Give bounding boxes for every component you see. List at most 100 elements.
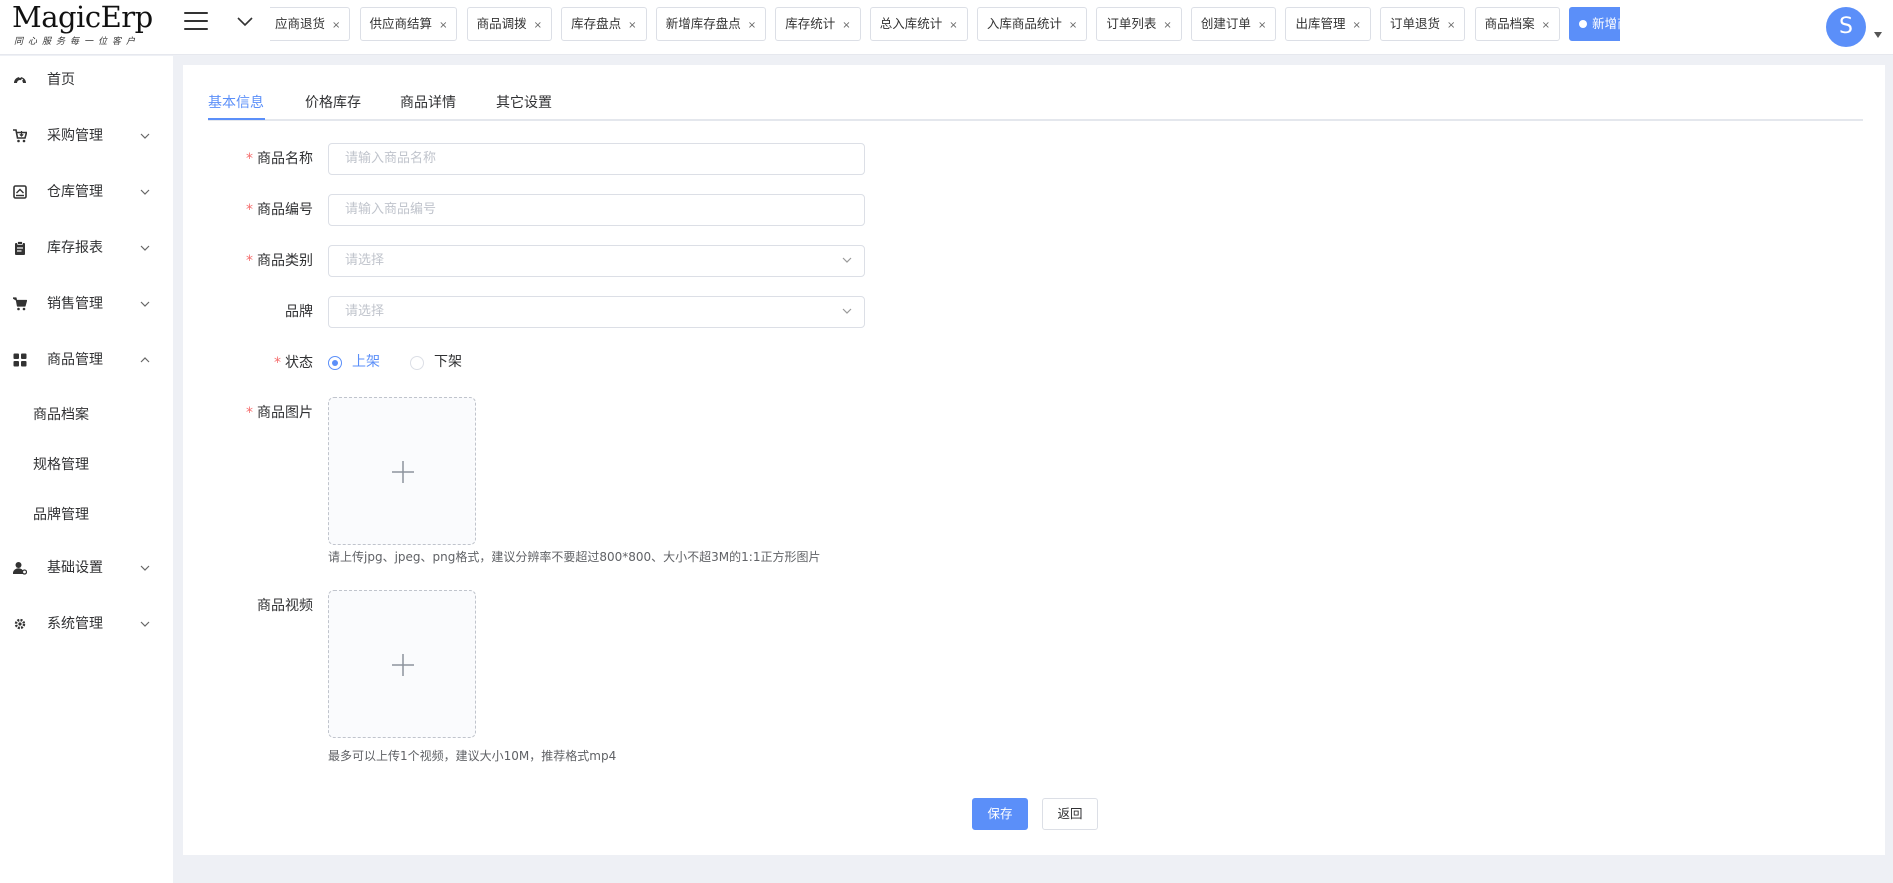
close-icon[interactable]: × [1542,20,1550,31]
sidebar-subitem-goods-archive[interactable]: 商品档案 [0,397,173,433]
close-icon[interactable]: × [842,20,850,31]
close-icon[interactable]: × [534,20,542,31]
brand-slogan: 同心服务每一位客户 [14,37,141,47]
sidebar-subitem-brand[interactable]: 品牌管理 [0,497,173,533]
tag-new-stocktake[interactable]: 新增库存盘点 × [655,7,767,41]
goods-image-label-text: 商品图片 [257,405,313,421]
tag-label: 新增库存盘点 [665,16,741,31]
select-placeholder: 请选择 [345,304,385,319]
sidebar-item-home[interactable]: 首页 [0,60,173,100]
close-icon[interactable]: × [1352,20,1360,31]
goods-category-label: * 商品类别 [183,250,313,270]
sidebar-subitem-label: 规格管理 [33,457,89,473]
tag-create-order[interactable]: 创建订单 × [1190,7,1277,41]
required-mark: * [246,253,253,269]
sidebar-subitem-spec[interactable]: 规格管理 [0,447,173,483]
tag-new-goods[interactable]: 新增商品× [1569,7,1620,41]
goods-video-hint: 最多可以上传1个视频，建议大小10M，推荐格式mp4 [328,749,617,763]
close-icon[interactable]: × [332,20,340,31]
close-icon[interactable]: × [439,20,447,31]
sidebar-item-system[interactable]: 系统管理 [0,604,173,644]
visited-tags-bar: 应商退货 × 供应商结算 × 商品调拨 × 库存盘点 × 新增库存盘点 × 库存统计 × 总… [270,7,1620,42]
sidebar-item-stock-report[interactable]: 库存报表 [0,228,173,268]
tag-inbound-goods-stats[interactable]: 入库商品统计 × [976,7,1088,41]
radio-circle [328,356,342,370]
tag-order-list[interactable]: 订单列表 × [1096,7,1182,41]
brand-select[interactable]: 请选择 [328,296,865,328]
chevron-down-icon[interactable] [235,14,255,30]
sidebar-item-basic-settings[interactable]: 基础设置 [0,548,173,588]
save-button[interactable]: 保存 [972,798,1028,830]
required-mark: * [246,151,253,167]
close-icon[interactable]: × [1163,20,1171,31]
chevron-down-icon [140,189,150,195]
tag-label: 库存统计 [785,16,836,31]
goods-category-label-text: 商品类别 [257,253,313,269]
goods-video-label-text: 商品视频 [257,598,313,614]
grid-icon [13,353,27,367]
chevron-down-icon [842,308,852,314]
radio-circle [410,356,424,370]
status-label: * 状态 [183,352,313,372]
tab-other-settings[interactable]: 其它设置 [496,93,552,121]
close-icon[interactable]: × [1069,20,1077,31]
close-icon[interactable]: × [949,20,957,31]
tab-goods-detail[interactable]: 商品详情 [400,93,456,121]
radio-label: 上架 [352,354,380,370]
close-icon[interactable]: × [748,20,756,31]
tag-inbound-total[interactable]: 总入库统计 × [869,7,968,41]
goods-code-input[interactable]: 请输入商品编号 [328,194,865,226]
close-icon[interactable]: × [1447,20,1455,31]
logo[interactable]: MagicErp 同心服务每一位客户 [12,0,162,50]
tag-label: 创建订单 [1200,16,1251,31]
avatar[interactable]: S [1826,7,1866,47]
chevron-down-icon [140,565,150,571]
tag-outbound[interactable]: 出库管理 × [1285,7,1371,41]
tab-price-stock[interactable]: 价格库存 [305,93,361,121]
tab-basic-info[interactable]: 基本信息 [208,93,264,121]
goods-category-select[interactable]: 请选择 [328,245,865,277]
status-label-text: 状态 [285,355,313,371]
sidebar-item-label: 商品管理 [47,352,103,368]
chevron-down-icon [842,257,852,263]
chevron-down-icon [140,621,150,627]
tag-label: 供应商结算 [369,16,433,31]
sidebar-item-label: 库存报表 [47,240,103,256]
plus-icon [392,461,414,483]
tag-stock-stats[interactable]: 库存统计 × [775,7,861,41]
sidebar-item-label: 仓库管理 [47,184,103,200]
sidebar-item-sales[interactable]: 销售管理 [0,284,173,324]
tag-goods-transfer[interactable]: 商品调拨 × [466,7,552,41]
sidebar-subitem-label: 商品档案 [33,407,89,423]
close-icon[interactable]: × [1258,20,1266,31]
required-mark: * [246,202,253,218]
sidebar-item-goods[interactable]: 商品管理 [0,340,173,380]
menu-toggle-icon[interactable] [184,12,208,32]
main-content: 基本信息 价格库存 商品详情 其它设置 * 商品名称 请输入商品名称 * 商品编号 … [183,65,1885,855]
caret-down-icon[interactable] [1874,32,1882,38]
top-header: MagicErp 同心服务每一位客户 应商退货 × 供应商结算 × 商品调拨 × 库存… [0,0,1893,55]
sidebar-item-label: 采购管理 [47,128,103,144]
sidebar-item-label: 系统管理 [47,616,103,632]
goods-image-uploader[interactable] [328,397,476,545]
goods-name-input[interactable]: 请输入商品名称 [328,143,865,175]
goods-video-uploader[interactable] [328,590,476,738]
required-mark: * [246,405,253,421]
brand-label: 品牌 [183,301,313,321]
chevron-down-icon [140,245,150,251]
goods-video-label: 商品视频 [183,595,313,615]
sidebar-subitem-label: 品牌管理 [33,507,89,523]
tag-order-return[interactable]: 订单退货 × [1380,7,1466,41]
tag-goods-archive[interactable]: 商品档案 × [1474,7,1560,41]
required-mark: * [274,355,281,371]
tag-supplier-settlement[interactable]: 供应商结算 × [359,7,458,41]
tag-label: 入库商品统计 [986,16,1062,31]
tag-stocktake[interactable]: 库存盘点 × [561,7,647,41]
close-icon[interactable]: × [628,20,636,31]
back-button[interactable]: 返回 [1042,798,1098,830]
sidebar-item-label: 基础设置 [47,560,103,576]
sidebar-item-purchase[interactable]: 采购管理 [0,116,173,156]
tag-label: 总入库统计 [879,16,943,31]
tag-supplier-return[interactable]: 应商退货 × [270,7,351,41]
sidebar-item-warehouse[interactable]: 仓库管理 [0,172,173,212]
